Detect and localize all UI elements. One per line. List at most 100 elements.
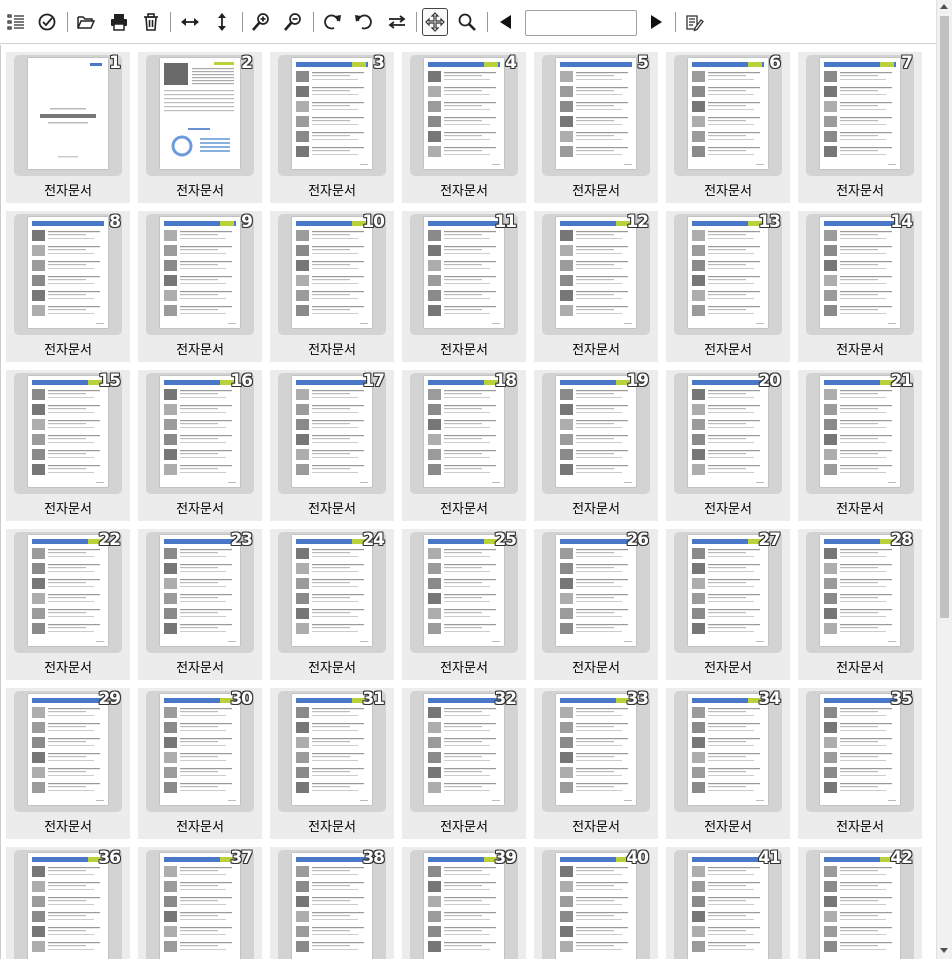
page-thumbnail-image[interactable] — [688, 376, 768, 487]
thumbnail-item[interactable]: 7 전자문서 — [798, 52, 922, 203]
fit-width-icon[interactable] — [177, 8, 203, 36]
page-thumbnail-image[interactable] — [424, 58, 504, 169]
thumbnail-item[interactable]: 12 전자문서 — [534, 211, 658, 362]
page-thumbnail-image[interactable] — [556, 58, 636, 169]
zoom-in-icon[interactable] — [248, 8, 274, 36]
search-icon[interactable] — [454, 8, 480, 36]
rotate-counterclockwise-icon[interactable] — [351, 8, 377, 36]
page-thumbnail-image[interactable] — [28, 535, 108, 646]
page-thumbnail-image[interactable] — [292, 58, 372, 169]
page-thumbnail-image[interactable] — [556, 217, 636, 328]
thumbnail-item[interactable]: 38전자문서 — [270, 847, 394, 959]
thumbnail-item[interactable]: 42전자문서 — [798, 847, 922, 959]
fit-height-icon[interactable] — [209, 8, 235, 36]
previous-page-icon[interactable] — [493, 8, 519, 36]
thumbnail-item[interactable]: 14 전자문서 — [798, 211, 922, 362]
page-thumbnail-image[interactable] — [292, 694, 372, 805]
next-page-icon[interactable] — [643, 8, 669, 36]
thumbnail-item[interactable]: 17 전자문서 — [270, 370, 394, 521]
thumbnail-item[interactable]: 41전자문서 — [666, 847, 790, 959]
print-icon[interactable] — [106, 8, 132, 36]
thumbnail-item[interactable]: 33 전자문서 — [534, 688, 658, 839]
page-thumbnail-image[interactable] — [424, 376, 504, 487]
thumbnail-item[interactable]: 25 전자문서 — [402, 529, 526, 680]
page-thumbnail-image[interactable] — [688, 58, 768, 169]
thumbnail-item[interactable]: 26 전자문서 — [534, 529, 658, 680]
page-thumbnail-image[interactable] — [28, 217, 108, 328]
scrollbar-thumb[interactable] — [940, 16, 949, 618]
thumbnail-item[interactable]: 20 전자문서 — [666, 370, 790, 521]
open-folder-icon[interactable] — [73, 8, 99, 36]
vertical-scrollbar[interactable] — [936, 0, 952, 959]
thumbnail-item[interactable]: 15 전자문서 — [6, 370, 130, 521]
scroll-up-arrow-icon[interactable] — [940, 4, 948, 9]
page-thumbnail-image[interactable] — [820, 376, 900, 487]
page-thumbnail-image[interactable] — [556, 853, 636, 959]
thumbnail-item[interactable]: 22 전자문서 — [6, 529, 130, 680]
page-thumbnail-image[interactable] — [160, 58, 240, 169]
page-thumbnail-image[interactable] — [424, 694, 504, 805]
thumbnail-item[interactable]: 19 전자문서 — [534, 370, 658, 521]
page-thumbnail-image[interactable] — [160, 853, 240, 959]
page-thumbnail-image[interactable] — [28, 853, 108, 959]
select-all-icon[interactable] — [34, 8, 60, 36]
page-thumbnail-image[interactable] — [556, 376, 636, 487]
page-thumbnail-image[interactable] — [292, 217, 372, 328]
page-thumbnail-image[interactable] — [820, 58, 900, 169]
page-thumbnail-image[interactable] — [160, 376, 240, 487]
thumbnail-item[interactable]: 30 전자문서 — [138, 688, 262, 839]
page-thumbnail-image[interactable] — [28, 694, 108, 805]
thumbnail-item[interactable]: 28 전자문서 — [798, 529, 922, 680]
thumbnail-item[interactable]: 40전자문서 — [534, 847, 658, 959]
thumbnail-item[interactable]: 37전자문서 — [138, 847, 262, 959]
page-thumbnail-image[interactable] — [556, 694, 636, 805]
page-thumbnail-image[interactable] — [820, 694, 900, 805]
page-thumbnail-image[interactable] — [160, 535, 240, 646]
page-thumbnail-image[interactable] — [160, 694, 240, 805]
thumbnail-item[interactable]: 29 전자문서 — [6, 688, 130, 839]
thumbnail-item[interactable]: 4 전자문서 — [402, 52, 526, 203]
page-number-input[interactable] — [525, 10, 637, 36]
page-thumbnail-image[interactable] — [424, 535, 504, 646]
page-thumbnail-image[interactable] — [292, 853, 372, 959]
page-thumbnail-image[interactable] — [688, 535, 768, 646]
page-thumbnail-image[interactable] — [688, 853, 768, 959]
page-thumbnail-image[interactable] — [28, 58, 108, 169]
thumbnail-item[interactable]: 23 전자문서 — [138, 529, 262, 680]
thumbnail-item[interactable]: 2 전자문서 — [138, 52, 262, 203]
page-thumbnail-image[interactable] — [292, 376, 372, 487]
thumbnail-item[interactable]: 31 전자문서 — [270, 688, 394, 839]
page-thumbnail-image[interactable] — [688, 217, 768, 328]
thumbnail-item[interactable]: 6 전자문서 — [666, 52, 790, 203]
thumbnail-item[interactable]: 10 전자문서 — [270, 211, 394, 362]
thumbnail-item[interactable]: 9 전자문서 — [138, 211, 262, 362]
scroll-down-arrow-icon[interactable] — [940, 948, 948, 953]
page-thumbnail-image[interactable] — [820, 217, 900, 328]
annotate-icon[interactable] — [681, 8, 707, 36]
page-thumbnail-image[interactable] — [820, 535, 900, 646]
swap-icon[interactable] — [384, 8, 410, 36]
page-thumbnail-image[interactable] — [820, 853, 900, 959]
thumbnail-item[interactable]: 11 전자문서 — [402, 211, 526, 362]
thumbnail-item[interactable]: 35 전자문서 — [798, 688, 922, 839]
thumbnail-item[interactable]: 13 전자문서 — [666, 211, 790, 362]
toc-icon[interactable] — [3, 8, 29, 36]
pan-icon[interactable] — [422, 8, 448, 36]
rotate-clockwise-icon[interactable] — [319, 8, 345, 36]
thumbnail-item[interactable]: 21 전자문서 — [798, 370, 922, 521]
thumbnail-item[interactable]: 24 전자문서 — [270, 529, 394, 680]
thumbnail-item[interactable]: 3 전자문서 — [270, 52, 394, 203]
page-thumbnail-image[interactable] — [28, 376, 108, 487]
page-thumbnail-image[interactable] — [424, 217, 504, 328]
thumbnail-item[interactable]: 16 전자문서 — [138, 370, 262, 521]
thumbnail-item[interactable]: 39전자문서 — [402, 847, 526, 959]
thumbnail-item[interactable]: 32 전자문서 — [402, 688, 526, 839]
trash-icon[interactable] — [138, 8, 164, 36]
page-thumbnail-image[interactable] — [160, 217, 240, 328]
thumbnail-item[interactable]: 8 전자문서 — [6, 211, 130, 362]
page-thumbnail-image[interactable] — [424, 853, 504, 959]
page-thumbnail-image[interactable] — [688, 694, 768, 805]
zoom-out-icon[interactable] — [280, 8, 306, 36]
thumbnail-item[interactable]: 5 전자문서 — [534, 52, 658, 203]
thumbnail-item[interactable]: 27 전자문서 — [666, 529, 790, 680]
